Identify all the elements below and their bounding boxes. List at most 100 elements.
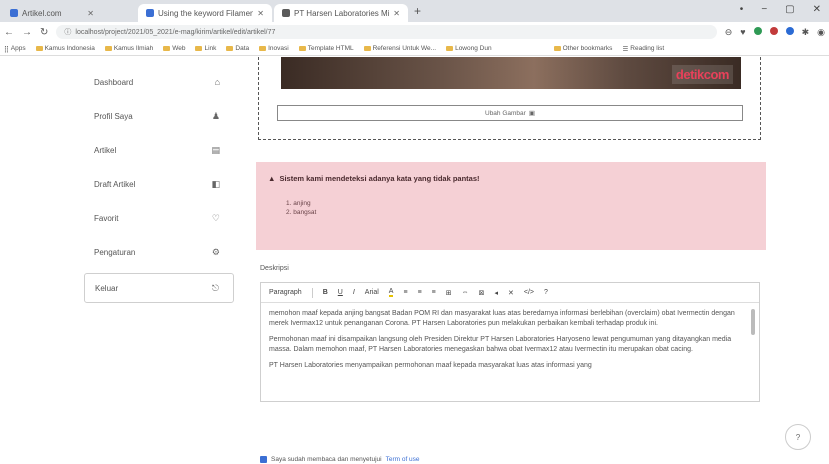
folder-icon (553, 46, 561, 51)
bookmark-other[interactable]: Other bookmarks (553, 45, 612, 52)
ordered-list-button[interactable]: ≡ (418, 289, 422, 296)
description-label: Deskripsi (260, 265, 289, 272)
document-icon: ▤ (211, 144, 220, 155)
close-icon[interactable]: ✕ (393, 9, 400, 18)
sidebar-item-profil[interactable]: Profil Saya ♟ (84, 99, 234, 133)
bookmark-item[interactable]: Web (163, 45, 185, 52)
terms-link[interactable]: Term of use (386, 456, 420, 463)
paragraph-style-button[interactable]: Paragraph (269, 289, 302, 296)
favicon-icon (10, 9, 18, 17)
bold-button[interactable]: B (323, 289, 328, 296)
rich-text-editor[interactable]: Paragraph B U I Arial A ≡ ≡ ≡ ⊞ ⇔ ⊠ ◂ ✕ … (260, 282, 760, 402)
image-button[interactable]: ⊠ (479, 289, 485, 297)
bookmark-item[interactable]: Referensi Untuk We... (363, 45, 436, 52)
folder-icon (259, 46, 267, 51)
sidebar-item-label: Pengaturan (94, 247, 136, 257)
fullscreen-button[interactable]: ✕ (508, 289, 514, 297)
minimize-button[interactable]: − (761, 4, 767, 15)
sidebar-item-artikel[interactable]: Artikel ▤ (84, 133, 234, 167)
alert-item: 1. anjing (286, 200, 311, 207)
editor-scrollbar[interactable] (751, 309, 755, 335)
gear-icon: ⚙ (211, 246, 220, 257)
sidebar-item-draft-artikel[interactable]: Draft Artikel ◧ (84, 167, 234, 201)
paragraph: Permohonan maaf ini disampaikan langsung… (269, 336, 732, 353)
italic-button[interactable]: I (353, 289, 355, 296)
puzzle-icon[interactable]: ✱ (802, 27, 810, 38)
extension-icon[interactable] (785, 26, 794, 35)
image-icon: ▣ (528, 110, 535, 117)
url-input[interactable]: ⓘ localhost/project/2021/05_2021/e-mag/k… (56, 25, 717, 39)
paragraph: memohon maaf kepada anjing bangsat Badan… (269, 310, 735, 327)
tab-title: Using the keyword Filament (Br... (158, 8, 254, 18)
forward-icon[interactable]: → (22, 27, 32, 38)
heart-icon: ♡ (211, 212, 220, 223)
help-button[interactable]: ? (544, 289, 548, 296)
url-text: localhost/project/2021/05_2021/e-mag/kir… (75, 28, 276, 36)
sidebar-item-label: Draft Artikel (94, 179, 136, 189)
close-window-button[interactable]: ✕ (813, 4, 821, 15)
change-image-button[interactable]: Ubah Gambar ▣ (277, 105, 743, 121)
bookmark-item[interactable]: Inovasi (259, 45, 289, 52)
terms-agreement: Saya sudah membaca dan menyetujui Term o… (260, 456, 420, 463)
paragraph: PT Harsen Laboratories menyampaikan perm… (269, 362, 592, 369)
editor-toolbar: Paragraph B U I Arial A ≡ ≡ ≡ ⊞ ⇔ ⊠ ◂ ✕ … (261, 283, 759, 303)
link-button[interactable]: ⇔ (462, 289, 469, 296)
favicon-icon (146, 9, 154, 17)
home-icon: ⌂ (214, 77, 220, 87)
bookmark-apps[interactable]: ⣿ Apps (4, 45, 26, 53)
profile-avatar-icon[interactable]: ◉ (817, 27, 825, 38)
sidebar-item-dashboard[interactable]: Dashboard ⌂ (84, 65, 234, 99)
logout-icon: ⎋ (211, 282, 219, 293)
align-button[interactable]: ≡ (432, 289, 436, 296)
sidebar-item-label: Favorit (94, 213, 119, 223)
unordered-list-button[interactable]: ≡ (403, 289, 407, 296)
browser-tab-active[interactable]: PT Harsen Laboratories Minta M... ✕ (274, 4, 408, 22)
sidebar-item-keluar[interactable]: Keluar ⎋ (84, 273, 234, 303)
browser-tab[interactable]: Artikel.com ✕ (2, 4, 102, 22)
table-button[interactable]: ⊞ (446, 289, 452, 297)
maximize-button[interactable]: ▢ (785, 4, 794, 15)
bookmark-item[interactable]: Link (195, 45, 216, 52)
underline-button[interactable]: U (338, 289, 343, 296)
reload-icon[interactable]: ↻ (40, 27, 48, 38)
extensions: ⊖ ♥ ✱ ◉ (725, 26, 825, 38)
sidebar-item-label: Profil Saya (94, 111, 133, 121)
text-color-button[interactable]: A (388, 288, 394, 297)
bookmark-item[interactable]: Kamus Indonesia (35, 45, 95, 52)
sidebar-item-label: Keluar (95, 283, 119, 293)
video-button[interactable]: ◂ (495, 289, 499, 297)
profile-icon[interactable]: • (740, 4, 744, 15)
sidebar: Dashboard ⌂ Profil Saya ♟ Artikel ▤ Draf… (84, 65, 234, 303)
code-view-button[interactable]: </> (524, 289, 534, 296)
close-icon[interactable]: ✕ (87, 9, 94, 18)
bookmark-item[interactable]: Kamus Ilmiah (104, 45, 153, 52)
extension-icon[interactable] (769, 26, 778, 35)
font-family-select[interactable]: Arial (365, 289, 379, 296)
back-icon[interactable]: ← (4, 27, 14, 38)
heart-ext-icon[interactable]: ♥ (740, 27, 745, 38)
warning-icon: ▲ (268, 174, 276, 183)
detik-logo: detikcom (671, 65, 733, 84)
bookmark-reading-list[interactable]: ☰ Reading list (622, 45, 664, 53)
bookmark-item[interactable]: Template HTML (298, 45, 354, 52)
zoom-icon[interactable]: ⊖ (725, 27, 733, 38)
extension-icon[interactable] (753, 26, 762, 35)
editor-content[interactable]: memohon maaf kepada anjing bangsat Badan… (261, 303, 759, 401)
browser-tab[interactable]: Using the keyword Filament (Br... ✕ (138, 4, 272, 22)
close-icon[interactable]: ✕ (257, 9, 264, 18)
sidebar-item-pengaturan[interactable]: Pengaturan ⚙ (84, 235, 234, 269)
bookmarks-bar: ⣿ Apps Kamus Indonesia Kamus Ilmiah Web L… (0, 42, 829, 56)
sidebar-item-label: Artikel (94, 145, 117, 155)
floating-help-button[interactable]: ? (785, 424, 811, 450)
new-tab-button[interactable]: + (414, 4, 421, 18)
page: Dashboard ⌂ Profil Saya ♟ Artikel ▤ Draf… (0, 57, 829, 464)
sidebar-item-favorit[interactable]: Favorit ♡ (84, 201, 234, 235)
bookmark-item[interactable]: Lowong Dun (446, 45, 492, 52)
alert-list: 1. anjing 2. bangsat (268, 199, 754, 217)
alert-title: ▲ Sistem kami mendeteksi adanya kata yan… (268, 174, 480, 183)
tab-title: PT Harsen Laboratories Minta M... (294, 8, 390, 18)
terms-text: Saya sudah membaca dan menyetujui (271, 456, 382, 463)
bookmark-item[interactable]: Data (226, 45, 249, 52)
folder-icon (363, 46, 371, 51)
terms-checkbox[interactable] (260, 456, 267, 463)
